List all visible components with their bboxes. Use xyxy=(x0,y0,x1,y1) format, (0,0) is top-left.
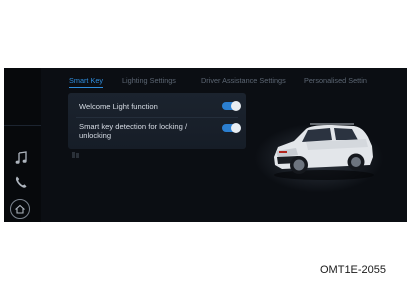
welcome-light-toggle[interactable] xyxy=(222,101,241,111)
toggle-knob xyxy=(231,101,241,111)
vehicle-image xyxy=(274,123,374,180)
settings-tabs: Smart Key Lighting Settings Driver Assis… xyxy=(41,68,407,92)
toggle-knob xyxy=(231,123,241,133)
tab-smart-key[interactable]: Smart Key xyxy=(69,76,104,88)
smart-key-settings-panel: Welcome Light function Smart key detecti… xyxy=(68,93,246,149)
tab-lighting-settings[interactable]: Lighting Settings xyxy=(122,76,176,85)
tab-driver-assistance-settings[interactable]: Driver Assistance Settings xyxy=(201,76,286,85)
smart-key-detection-label-line2: unlocking xyxy=(79,131,112,140)
smart-key-detection-label-line1: Smart key detection for locking / xyxy=(79,122,188,131)
welcome-light-label: Welcome Light function xyxy=(79,102,158,111)
left-sidebar xyxy=(4,68,41,222)
tab-personalised-settings[interactable]: Personalised Settin xyxy=(304,76,367,85)
infotainment-screen: Smart Key Lighting Settings Driver Assis… xyxy=(4,68,407,222)
faded-indicator-icon xyxy=(72,152,79,158)
row-divider xyxy=(76,117,238,118)
phone-icon[interactable] xyxy=(14,175,28,189)
smart-key-detection-toggle[interactable] xyxy=(222,123,241,133)
sidebar-divider xyxy=(4,125,41,126)
home-icon[interactable] xyxy=(10,199,30,219)
figure-reference-code: OMT1E-2055 xyxy=(320,264,387,276)
music-icon[interactable] xyxy=(14,151,28,165)
home-glyph xyxy=(15,204,25,214)
